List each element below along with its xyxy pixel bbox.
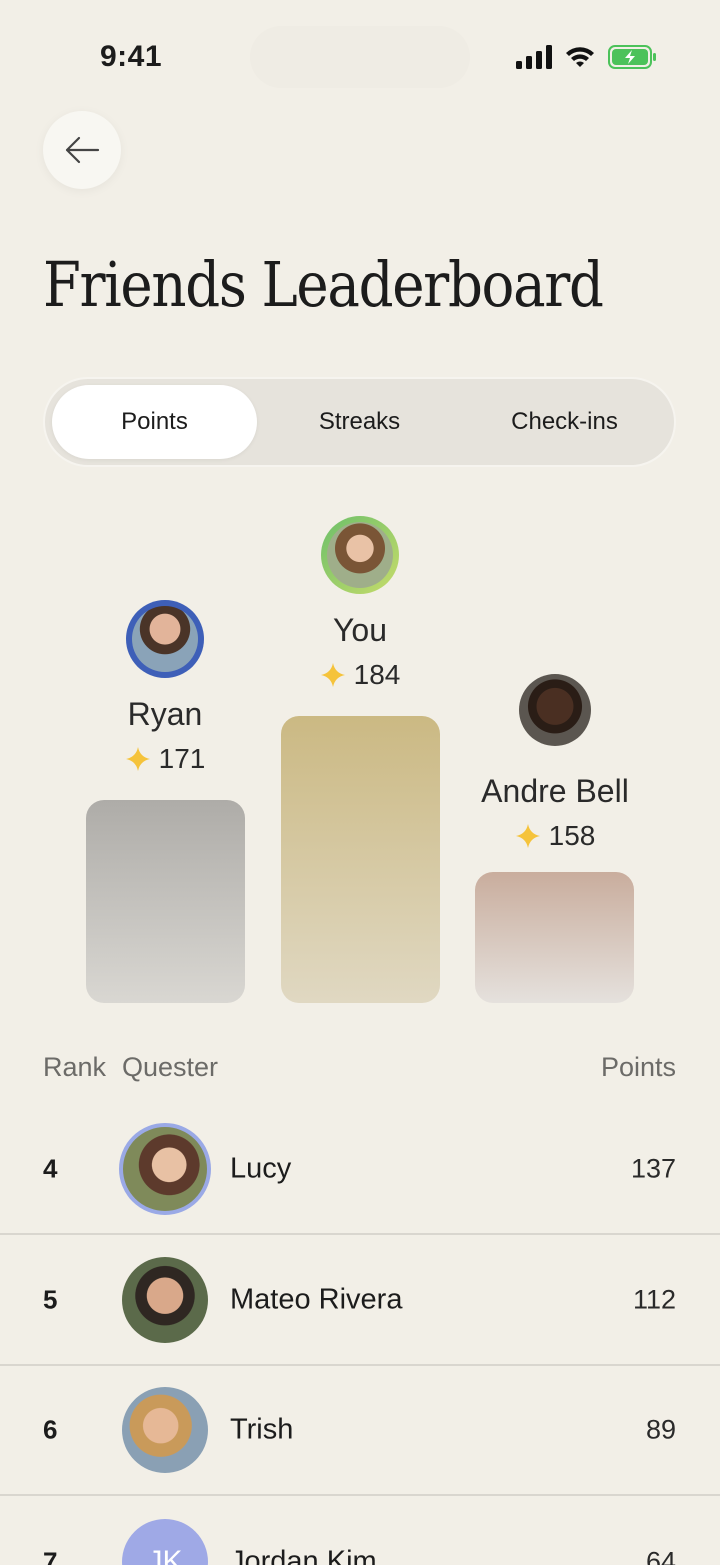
status-time: 9:41 xyxy=(100,40,163,73)
podium-points: 184 xyxy=(280,659,440,691)
podium-points: 171 xyxy=(85,743,245,775)
podium-bar-first xyxy=(281,716,440,1003)
row-points: 137 xyxy=(630,1153,676,1184)
avatar xyxy=(516,671,594,749)
table-row[interactable]: 4 Lucy 137 xyxy=(0,1105,720,1235)
cellular-signal-icon xyxy=(516,45,552,69)
row-rank: 5 xyxy=(43,1284,58,1315)
sparkle-star-icon xyxy=(125,747,150,771)
row-rank: 7 xyxy=(43,1546,58,1565)
podium-name: You xyxy=(333,612,387,648)
row-points: 64 xyxy=(645,1546,676,1565)
table-row[interactable]: 7 JK Jordan Kim 64 xyxy=(0,1497,720,1565)
table-row[interactable]: 5 Mateo Rivera 112 xyxy=(0,1236,720,1366)
avatar xyxy=(321,516,399,594)
podium-name: Ryan xyxy=(127,696,203,732)
table-row[interactable]: 6 Trish 89 xyxy=(0,1366,720,1496)
wifi-icon xyxy=(566,47,594,67)
avatar xyxy=(119,1123,211,1215)
avatar xyxy=(122,1387,208,1473)
points-value: 184 xyxy=(353,659,401,690)
sparkle-star-icon xyxy=(320,663,345,687)
podium-bar-third xyxy=(475,872,634,1003)
status-bar: 9:41 xyxy=(0,0,720,110)
page-title: Friends Leaderboard xyxy=(43,248,604,321)
status-icons xyxy=(516,44,658,70)
podium-first-place[interactable]: You 184 xyxy=(280,516,440,691)
arrow-left-icon xyxy=(65,136,100,164)
podium-bar-second xyxy=(86,800,245,1003)
avatar xyxy=(122,1257,208,1343)
row-points: 112 xyxy=(632,1284,676,1315)
battery-charging-icon xyxy=(608,45,656,69)
tab-check-ins[interactable]: Check-ins xyxy=(462,385,667,459)
back-button[interactable] xyxy=(43,111,121,189)
row-rank: 6 xyxy=(43,1414,58,1445)
podium-name: Andre Bell xyxy=(481,773,629,809)
row-points: 89 xyxy=(645,1414,676,1445)
column-header-points: Points xyxy=(600,1052,676,1082)
column-header-quester: Quester xyxy=(122,1052,219,1082)
metric-segmented-control: Points Streaks Check-ins xyxy=(43,377,676,467)
avatar xyxy=(126,600,204,678)
points-value: 171 xyxy=(158,743,206,774)
points-value: 158 xyxy=(548,820,596,851)
row-name: Trish xyxy=(230,1413,294,1446)
podium-second-place[interactable]: Ryan 171 xyxy=(85,600,245,775)
tab-points[interactable]: Points xyxy=(52,385,257,459)
row-rank: 4 xyxy=(43,1153,58,1184)
avatar-initials-text: JK xyxy=(147,1545,183,1565)
podium-points: 158 xyxy=(475,820,635,852)
avatar-initials: JK xyxy=(122,1519,208,1565)
sparkle-star-icon xyxy=(515,824,540,848)
row-name: Lucy xyxy=(230,1152,292,1185)
column-header-rank: Rank xyxy=(43,1052,107,1082)
row-name: Mateo Rivera xyxy=(230,1283,403,1316)
tab-streaks[interactable]: Streaks xyxy=(257,385,462,459)
podium-third-place[interactable]: Andre Bell 158 xyxy=(475,671,635,852)
dynamic-island xyxy=(250,26,470,88)
row-name: Jordan Kim xyxy=(230,1545,377,1565)
